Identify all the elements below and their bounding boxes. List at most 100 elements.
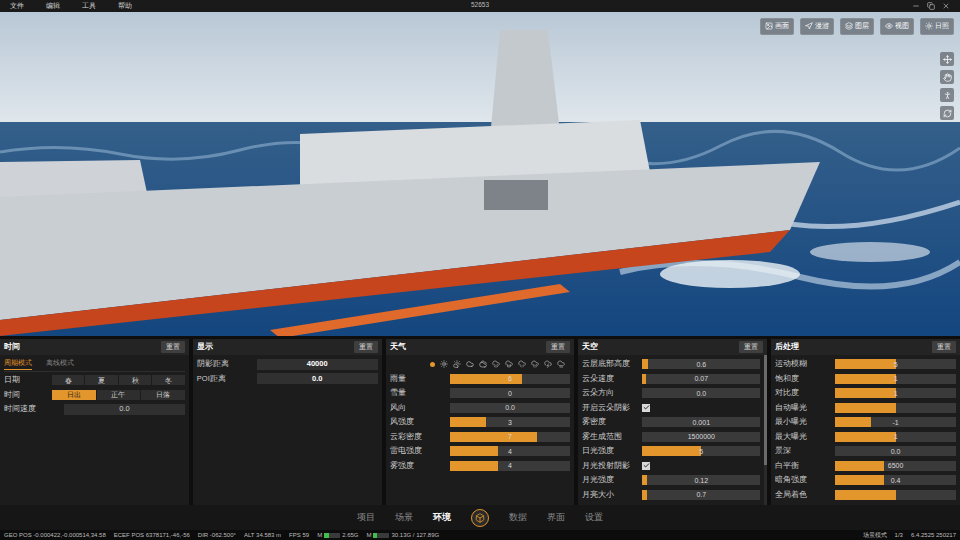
nav-tool-button[interactable] <box>940 52 954 66</box>
mode-tab[interactable]: 离线模式 <box>46 358 74 370</box>
view-toolbar-button[interactable]: 漫游 <box>800 18 834 35</box>
slider-row: 运动模糊5 <box>775 358 956 370</box>
slider[interactable]: 1 <box>835 388 956 398</box>
slider[interactable]: 1 <box>835 432 956 442</box>
app-logo-icon[interactable] <box>471 509 489 527</box>
slider[interactable]: 0.7 <box>642 490 760 500</box>
row-label: 云朵速度 <box>582 375 640 383</box>
slider-row: 白平衡6500 <box>775 460 956 472</box>
reset-button[interactable]: 重置 <box>161 341 185 353</box>
slider[interactable]: 0 <box>450 388 571 398</box>
weather-preset-icon[interactable] <box>557 360 565 368</box>
slider[interactable]: 0.12 <box>642 475 760 485</box>
weather-preset-icon[interactable] <box>505 360 513 368</box>
menu-item[interactable]: 文件 <box>10 3 24 10</box>
slider[interactable]: 0.07 <box>642 374 760 384</box>
weather-preset-icon[interactable] <box>544 360 552 368</box>
bottom-tab[interactable]: 数据 <box>509 511 527 524</box>
weather-preset-dot-icon[interactable] <box>430 362 435 367</box>
checkbox[interactable] <box>642 404 650 412</box>
close-icon[interactable] <box>942 2 950 10</box>
slider-value: 1 <box>835 432 956 442</box>
segment-option[interactable]: 正午 <box>97 390 141 400</box>
slider[interactable] <box>835 403 956 413</box>
number-field[interactable]: 40000 <box>257 359 378 370</box>
status-field: GEO POS -0.000422,-0.000514,34.58 <box>4 532 106 538</box>
menu-item[interactable]: 编辑 <box>46 3 60 10</box>
slider[interactable]: 0.001 <box>642 417 760 427</box>
slider[interactable]: 6500 <box>835 461 956 471</box>
reset-button[interactable]: 重置 <box>932 341 956 353</box>
slider-value: 6500 <box>835 461 956 471</box>
weather-preset-icon[interactable] <box>531 360 539 368</box>
number-field[interactable]: 0.0 <box>64 404 185 415</box>
viewport[interactable]: 画面漫游图层视图日照 <box>0 12 960 336</box>
slider-value: 0.0 <box>642 388 760 398</box>
view-toolbar-button[interactable]: 日照 <box>920 18 954 35</box>
nav-tool-button[interactable] <box>940 106 954 120</box>
mode-tab[interactable]: 周期模式 <box>4 358 32 370</box>
slider-value: 0.001 <box>642 417 760 427</box>
nav-tool-button[interactable] <box>940 88 954 102</box>
bottom-tab[interactable]: 设置 <box>585 511 603 524</box>
restore-icon[interactable] <box>927 2 935 10</box>
slider-fill <box>642 490 647 500</box>
segment-option[interactable]: 秋 <box>119 375 151 385</box>
slider[interactable]: 1500000 <box>642 432 760 442</box>
slider[interactable]: 4 <box>450 461 571 471</box>
nav-tool-button[interactable] <box>940 70 954 84</box>
number-field[interactable]: 0.0 <box>257 373 378 384</box>
slider[interactable]: 4 <box>450 446 571 456</box>
segment-option[interactable]: 春 <box>52 375 84 385</box>
slider[interactable]: 7 <box>450 432 571 442</box>
segment-option[interactable]: 夏 <box>85 375 117 385</box>
scene-mode[interactable]: 场景模式 <box>863 532 887 538</box>
slider[interactable]: 0.0 <box>835 446 956 456</box>
segment-option[interactable]: 日落 <box>141 390 185 400</box>
weather-preset-icon[interactable] <box>453 360 461 368</box>
bottom-tab[interactable]: 场景 <box>395 511 413 524</box>
reset-button[interactable]: 重置 <box>354 341 378 353</box>
slider[interactable]: 3 <box>450 417 571 427</box>
row-label: 饱和度 <box>775 375 833 383</box>
slider[interactable]: 1 <box>835 374 956 384</box>
menu-item[interactable]: 帮助 <box>118 3 132 10</box>
view-toolbar-button[interactable]: 画面 <box>760 18 794 35</box>
view-toolbar-button[interactable]: 视图 <box>880 18 914 35</box>
minimize-icon[interactable] <box>912 2 920 10</box>
reset-button[interactable]: 重置 <box>546 341 570 353</box>
slider[interactable]: 0.6 <box>642 359 760 369</box>
reset-button[interactable]: 重置 <box>739 341 763 353</box>
slider[interactable]: 0.4 <box>835 475 956 485</box>
view-toolbar-button[interactable]: 图层 <box>840 18 874 35</box>
slider[interactable]: 6 <box>450 374 571 384</box>
row-label: 日期 <box>4 376 50 384</box>
slider-fill <box>835 461 883 471</box>
menu-item[interactable]: 工具 <box>82 3 96 10</box>
row-label: 运动模糊 <box>775 360 833 368</box>
slider[interactable] <box>835 490 956 500</box>
mode-tabs: 周期模式 离线模式 <box>4 358 185 372</box>
panel-header: 天空重置 <box>578 339 767 355</box>
segment-option[interactable]: 日出 <box>52 390 96 400</box>
slider[interactable]: 0.0 <box>642 388 760 398</box>
bottom-tab[interactable]: 项目 <box>357 511 375 524</box>
scrollbar[interactable] <box>764 355 767 505</box>
slider-value: 0.4 <box>835 475 956 485</box>
slider[interactable]: 5 <box>642 446 760 456</box>
slider-fill <box>835 490 895 500</box>
weather-preset-icon[interactable] <box>492 360 500 368</box>
row-label: 月光强度 <box>582 476 640 484</box>
weather-preset-icon[interactable] <box>440 360 448 368</box>
bottom-tab[interactable]: 界面 <box>547 511 565 524</box>
segment-option[interactable]: 冬 <box>152 375 184 385</box>
checkbox[interactable] <box>642 462 650 470</box>
slider[interactable]: 0.0 <box>450 403 571 413</box>
weather-preset-icon[interactable] <box>518 360 526 368</box>
status-meter: M30.13G / 127.89G <box>366 532 439 538</box>
weather-preset-icon[interactable] <box>479 360 487 368</box>
weather-preset-icon[interactable] <box>466 360 474 368</box>
slider[interactable]: 5 <box>835 359 956 369</box>
bottom-tab[interactable]: 环境 <box>433 511 451 524</box>
slider[interactable]: -1 <box>835 417 956 427</box>
